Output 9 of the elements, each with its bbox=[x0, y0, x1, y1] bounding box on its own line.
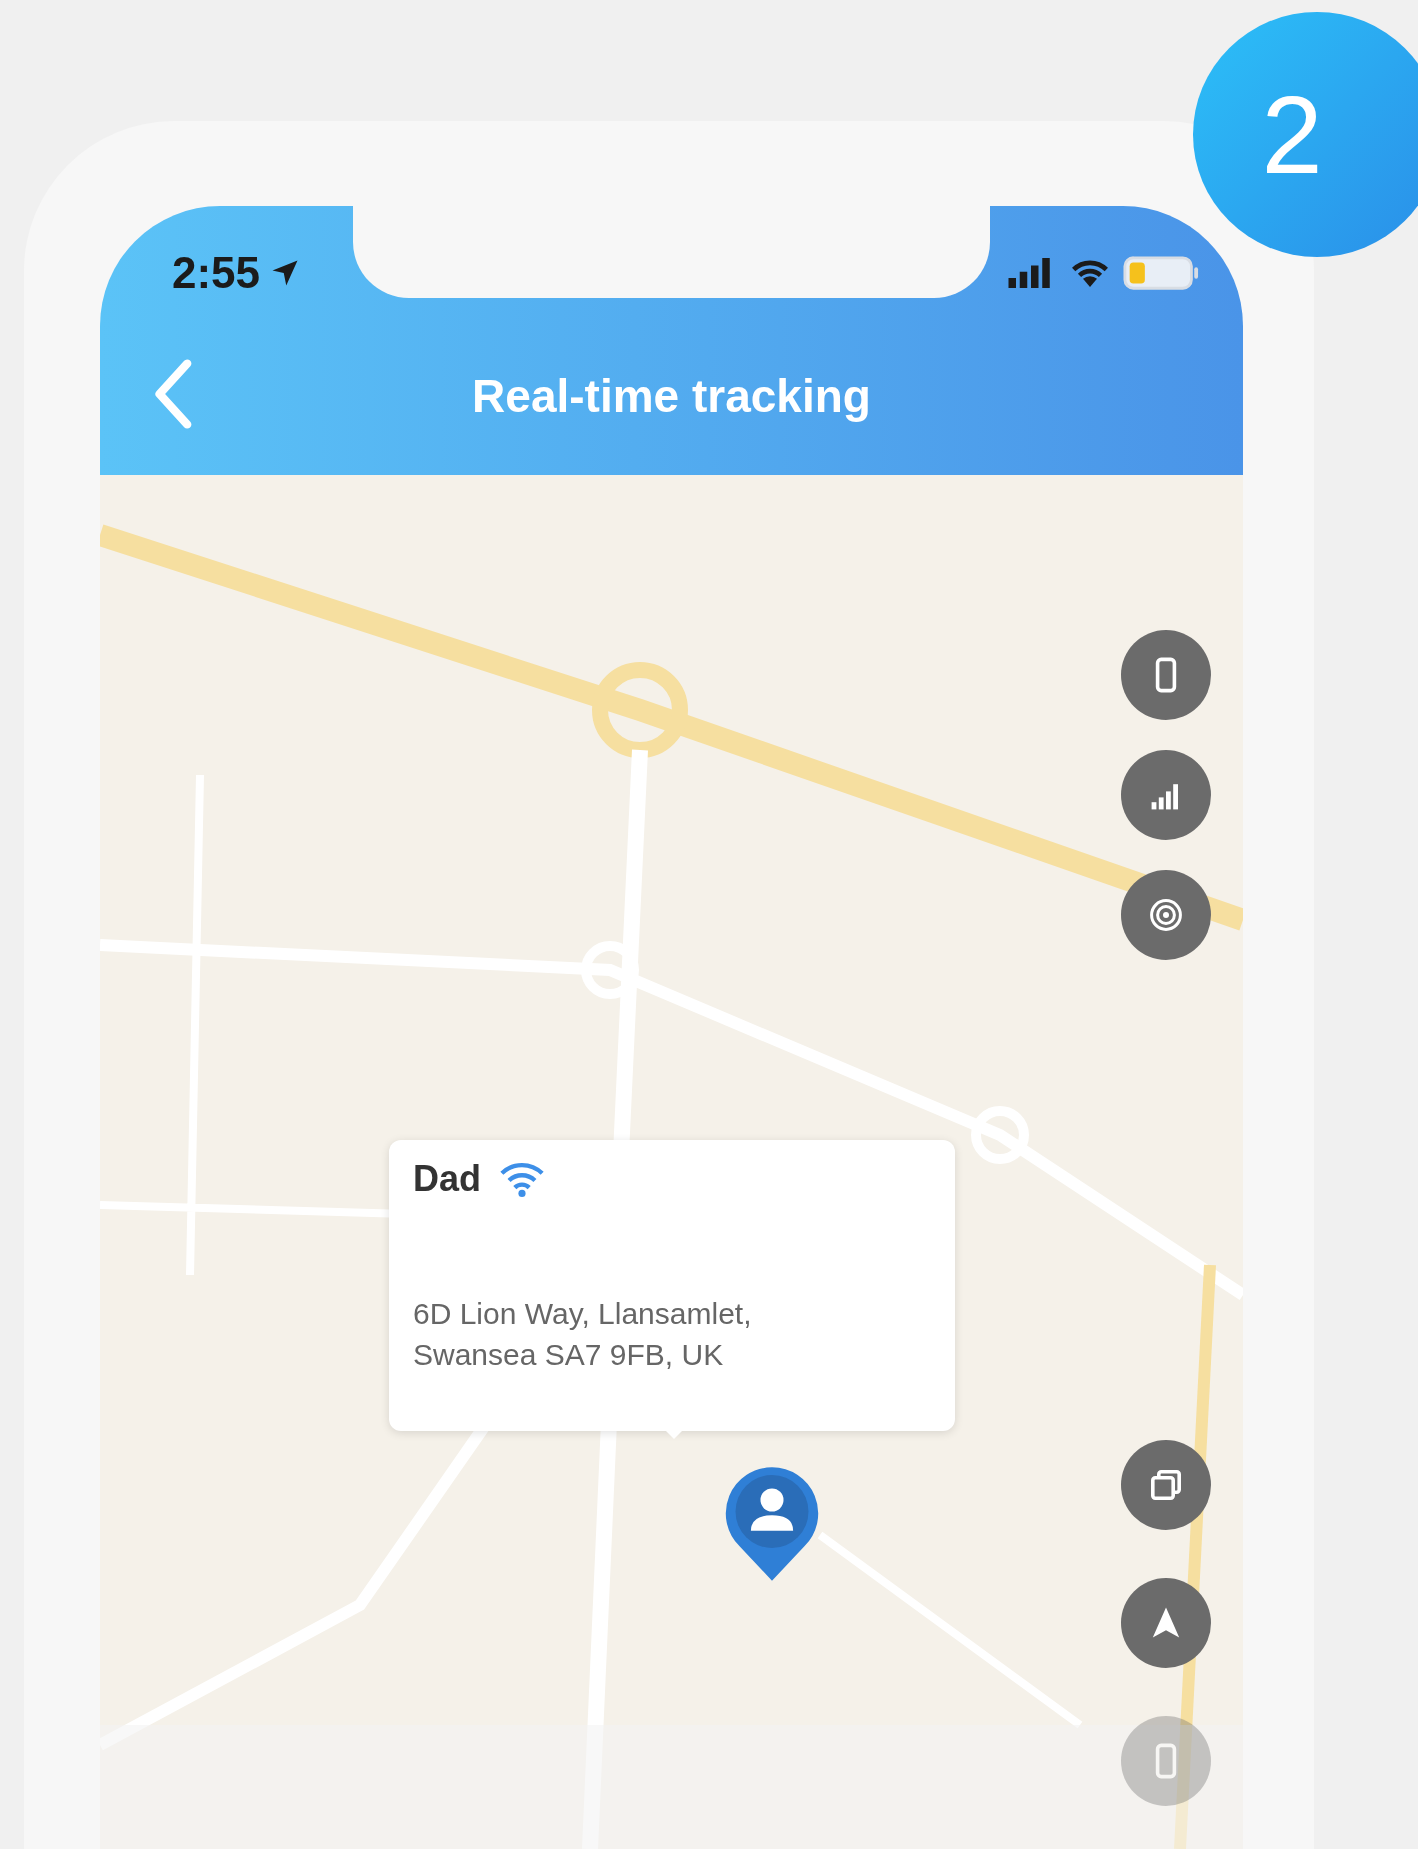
screen-title: Real-time tracking bbox=[472, 368, 871, 423]
status-time: 2:55 bbox=[172, 248, 261, 298]
wifi-icon bbox=[1071, 259, 1109, 287]
battery-icon bbox=[1123, 255, 1199, 291]
address-text: 6D Lion Way, Llansamlet, Swansea SA7 9FB, UK bbox=[413, 1296, 753, 1373]
wifi-icon bbox=[499, 1160, 545, 1198]
person-pin-icon[interactable] bbox=[724, 1465, 820, 1583]
step-badge: 2 bbox=[1193, 12, 1418, 257]
person-name: Dad bbox=[413, 1158, 481, 1200]
